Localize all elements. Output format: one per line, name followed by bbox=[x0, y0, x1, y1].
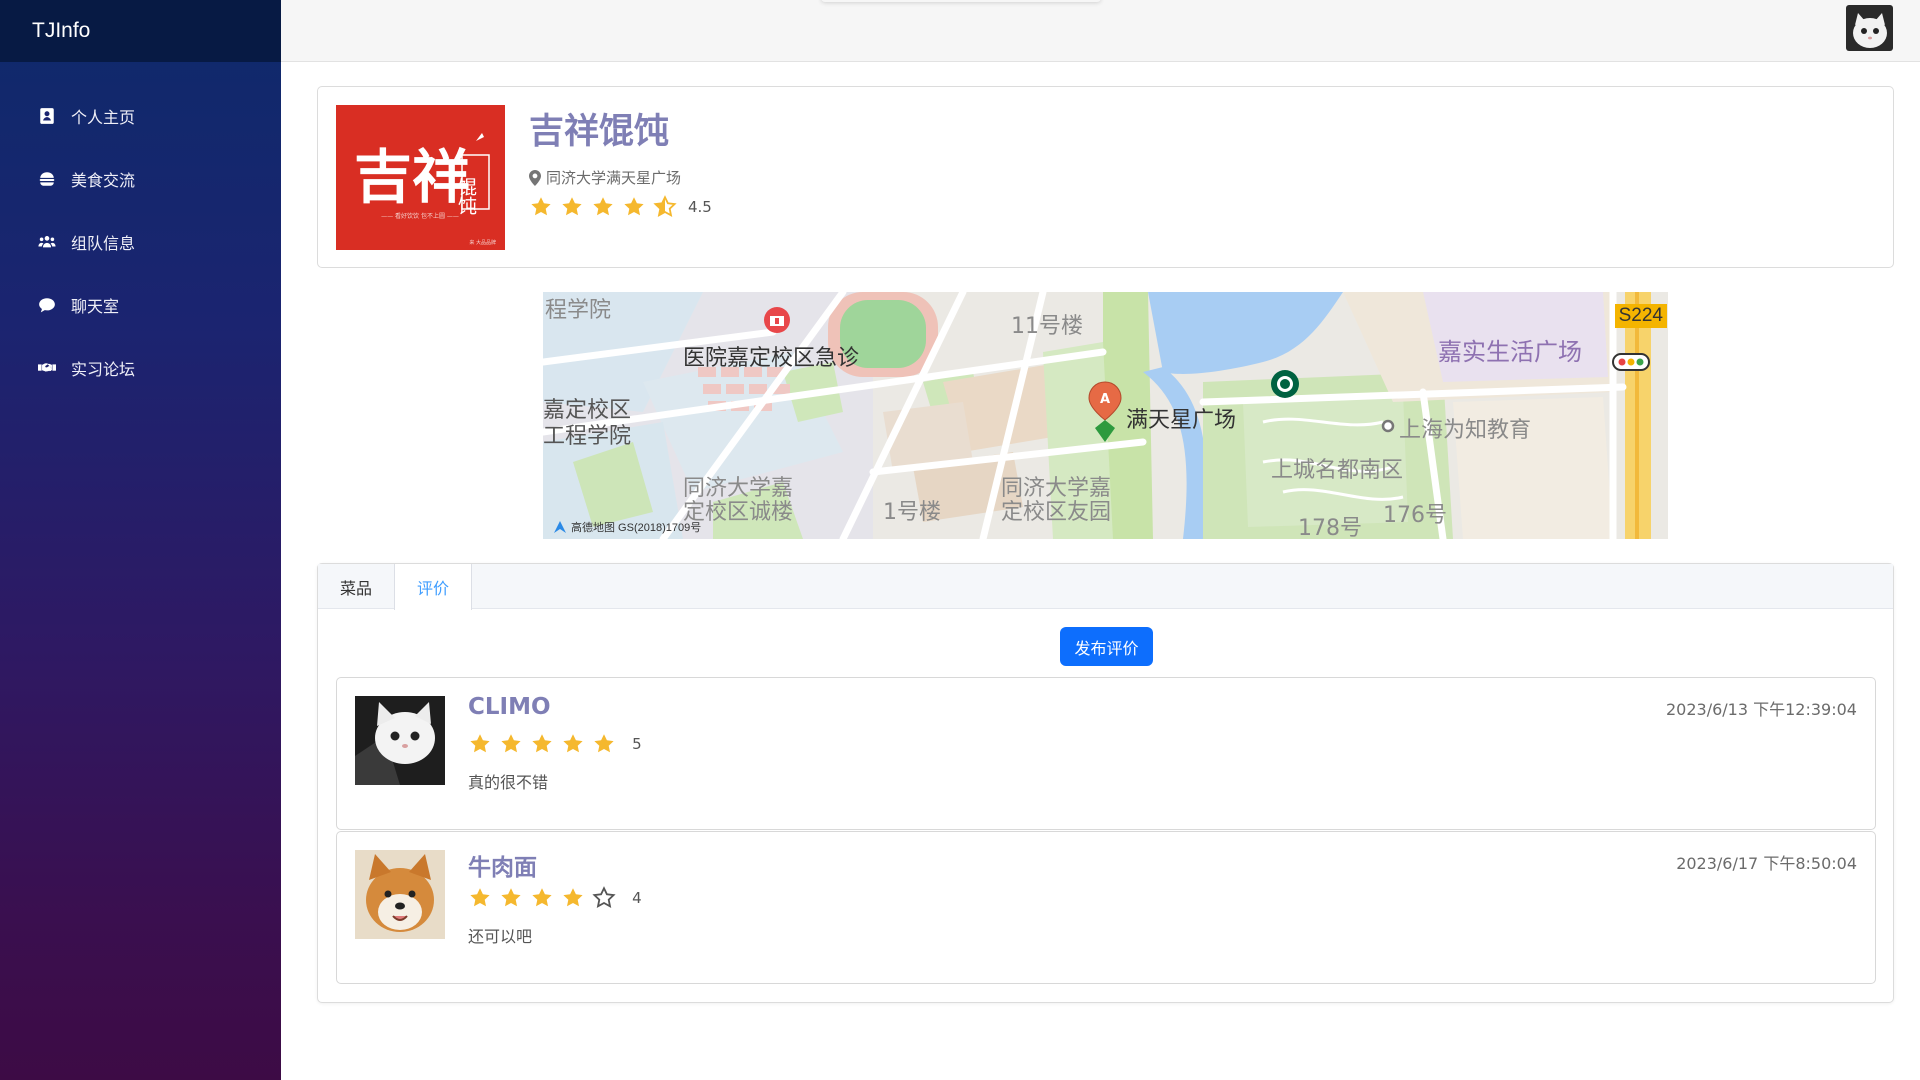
sidebar-item-team[interactable]: 组队信息 bbox=[0, 210, 281, 273]
review-star-row bbox=[468, 732, 623, 756]
top-search-edge bbox=[821, 0, 1101, 2]
star-empty-icon bbox=[592, 886, 616, 909]
map-credit: 高德地图 GS(2018)1709号 bbox=[553, 519, 701, 535]
map-label: 医院嘉定校区急诊 bbox=[683, 346, 860, 371]
profile-card-icon bbox=[37, 107, 57, 125]
shop-rating: 4.5 bbox=[529, 195, 712, 219]
review-content: 真的很不错 bbox=[468, 773, 549, 792]
reviewer-name[interactable]: CLIMO bbox=[468, 694, 551, 720]
amap-logo-icon bbox=[554, 521, 566, 533]
sidebar: TJInfo 个人主页 美食交流 组队信息 聊天室 实习论坛 bbox=[0, 0, 281, 1080]
map-label: 178号 bbox=[1298, 516, 1362, 539]
tab-dishes[interactable]: 菜品 bbox=[318, 564, 394, 609]
shop-name: 吉祥馄饨 bbox=[529, 112, 670, 152]
chat-bubble-icon bbox=[37, 296, 57, 314]
map-label: 程学院 bbox=[545, 298, 612, 323]
location-map[interactable]: A 程学院 医院嘉定校区急诊 11号楼 嘉定校区 工程学院 同济大学嘉 定校区诚… bbox=[543, 292, 1668, 539]
map-label: 11号楼 bbox=[1011, 314, 1083, 339]
star-filled-icon bbox=[532, 888, 552, 907]
sidebar-item-chat[interactable]: 聊天室 bbox=[0, 273, 281, 336]
logo-side-text: 馄饨 bbox=[455, 177, 477, 215]
user-avatar[interactable] bbox=[1846, 5, 1893, 51]
map-label: 定校区友园 bbox=[1001, 500, 1112, 525]
sidebar-item-food[interactable]: 美食交流 bbox=[0, 147, 281, 210]
shop-logo: 吉祥 馄饨 —— 看好饮饮 包不上圆 —— 来 大品品牌 bbox=[336, 105, 505, 250]
top-bar bbox=[281, 0, 1920, 62]
tab-bar: 菜品 评价 bbox=[318, 564, 1893, 610]
star-filled-icon bbox=[624, 197, 644, 216]
star-filled-icon bbox=[563, 888, 583, 907]
review-rating: 4 bbox=[468, 886, 642, 910]
star-filled-icon bbox=[563, 734, 583, 753]
map-label: 上城名都南区 bbox=[1271, 458, 1404, 483]
star-filled-icon bbox=[593, 197, 613, 216]
map-label: 嘉实生活广场 bbox=[1438, 338, 1582, 366]
logo-main-text: 吉祥 bbox=[354, 143, 470, 211]
shop-location: 同济大学满天星广场 bbox=[529, 167, 681, 188]
reviewer-avatar[interactable] bbox=[355, 850, 445, 939]
review-rating-value: 5 bbox=[632, 734, 642, 753]
sidebar-item-internship[interactable]: 实习论坛 bbox=[0, 336, 281, 399]
star-filled-icon bbox=[562, 197, 582, 216]
review-content: 还可以吧 bbox=[468, 927, 533, 946]
map-label: 上海为知教育 bbox=[1399, 418, 1532, 443]
publish-review-button[interactable]: 发布评价 bbox=[1060, 627, 1153, 666]
map-label: 1号楼 bbox=[883, 500, 941, 525]
sidebar-item-profile[interactable]: 个人主页 bbox=[0, 84, 281, 147]
map-pin-icon bbox=[529, 169, 541, 186]
tab-reviews[interactable]: 评价 bbox=[394, 564, 473, 610]
reviewer-avatar[interactable] bbox=[355, 696, 445, 785]
star-filled-icon bbox=[470, 734, 490, 753]
sidebar-item-label: 组队信息 bbox=[71, 233, 136, 253]
road-badge: S224 bbox=[1614, 304, 1667, 328]
star-filled-icon bbox=[470, 888, 490, 907]
sidebar-item-label: 实习论坛 bbox=[71, 359, 136, 379]
star-filled-icon bbox=[531, 197, 551, 216]
shop-location-text: 同济大学满天星广场 bbox=[546, 169, 682, 187]
users-icon bbox=[37, 233, 57, 251]
review-rating: 5 bbox=[468, 732, 642, 756]
review-rating-value: 4 bbox=[632, 888, 642, 907]
handshake-icon bbox=[37, 359, 57, 377]
star-filled-icon bbox=[501, 734, 521, 753]
map-label: 满天星广场 bbox=[1126, 408, 1237, 433]
star-filled-icon bbox=[501, 888, 521, 907]
star-half-icon bbox=[653, 195, 677, 218]
map-marker-letter: A bbox=[1100, 392, 1110, 407]
sidebar-item-label: 聊天室 bbox=[71, 296, 120, 316]
review-time: 2023/6/17 下午8:50:04 bbox=[1676, 854, 1857, 873]
logo-corner-text: 来 大品品牌 bbox=[469, 239, 496, 246]
star-filled-icon bbox=[594, 734, 614, 753]
sidebar-item-label: 个人主页 bbox=[71, 107, 136, 127]
shop-card: 吉祥 馄饨 —— 看好饮饮 包不上圆 —— 来 大品品牌 吉祥馄饨 同济大学满天… bbox=[317, 86, 1894, 268]
review-star-row bbox=[468, 886, 623, 910]
logo-tagline: —— 看好饮饮 包不上圆 —— bbox=[381, 212, 459, 220]
map-label: 176号 bbox=[1383, 503, 1447, 528]
sidebar-nav: 个人主页 美食交流 组队信息 聊天室 实习论坛 bbox=[0, 84, 281, 399]
burger-icon bbox=[37, 170, 57, 188]
map-label: 工程学院 bbox=[543, 424, 632, 449]
shop-rating-value: 4.5 bbox=[688, 198, 712, 216]
shop-star-row bbox=[529, 195, 684, 219]
review-card: 牛肉面 4 还可以吧 2023/6/17 下午8:50:04 bbox=[336, 831, 1876, 984]
review-time: 2023/6/13 下午12:39:04 bbox=[1666, 700, 1857, 719]
tabs-panel: 菜品 评价 发布评价 CLIMO 5 真的很不错 2023/6/13 下午12:… bbox=[317, 563, 1894, 1003]
review-card: CLIMO 5 真的很不错 2023/6/13 下午12:39:04 bbox=[336, 677, 1876, 830]
brand-title[interactable]: TJInfo bbox=[0, 0, 281, 62]
sidebar-item-label: 美食交流 bbox=[71, 170, 136, 190]
star-filled-icon bbox=[532, 734, 552, 753]
reviewer-name[interactable]: 牛肉面 bbox=[468, 848, 537, 882]
